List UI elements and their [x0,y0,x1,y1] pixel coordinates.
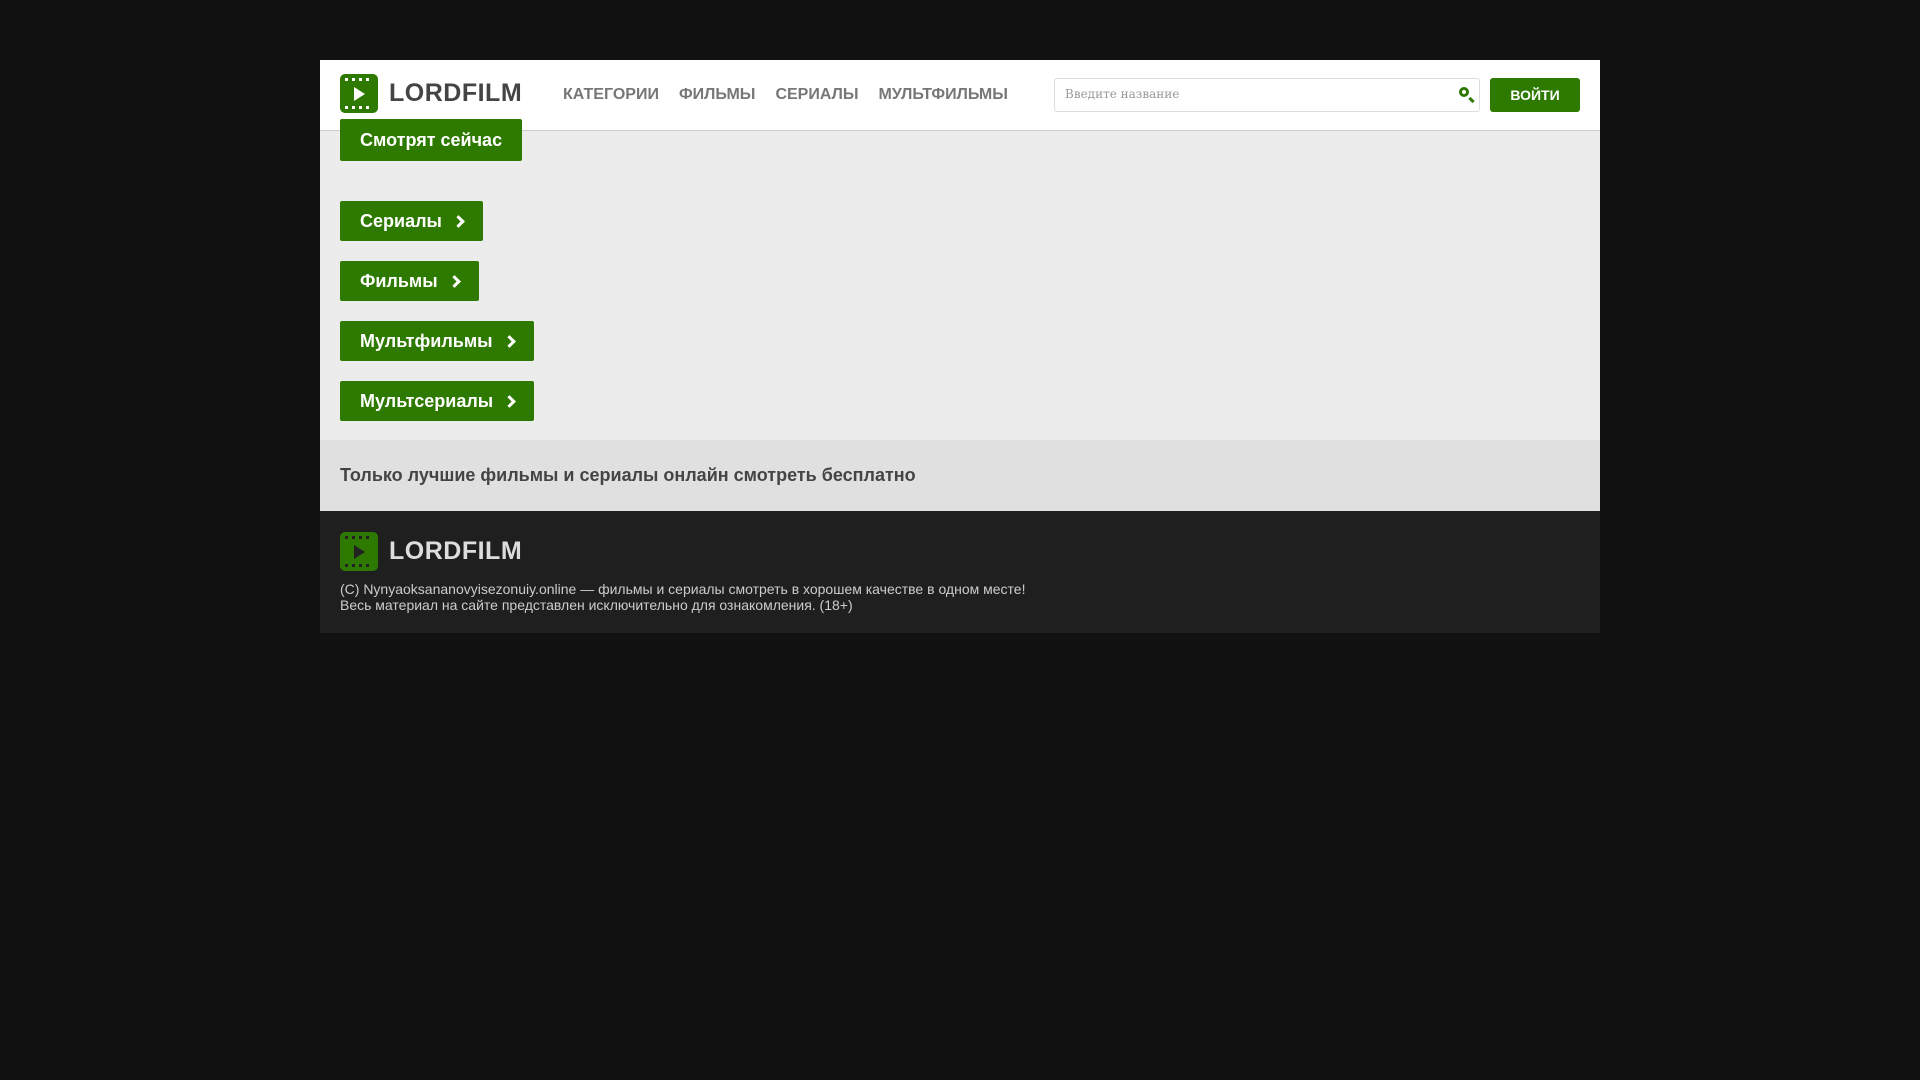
logo-link[interactable]: LORDFILM [340,74,522,113]
main-nav: КАТЕГОРИИ ФИЛЬМЫ СЕРИАЛЫ МУЛЬТФИЛЬМЫ [563,86,1008,104]
footer-disclaimer: Весь материал на сайте представлен исклю… [340,597,853,613]
search-box [1054,78,1480,112]
page-container: LORDFILM КАТЕГОРИИ ФИЛЬМЫ СЕРИАЛЫ МУЛЬТФ… [320,60,1600,633]
chevron-right-icon [447,274,461,288]
category-series-button[interactable]: Сериалы [340,201,483,241]
logo-text: LORDFILM [389,79,523,107]
search-icon[interactable] [1459,87,1469,97]
nav-series[interactable]: СЕРИАЛЫ [775,86,858,104]
chevron-right-icon [503,394,517,408]
footer: LORDFILM (C) Nynyaoksananovyisezonuiy.on… [320,511,1600,633]
watching-now-button[interactable]: Смотрят сейчас [340,119,523,161]
category-cartoon-series-button[interactable]: Мультсериалы [340,381,535,421]
nav-films[interactable]: ФИЛЬМЫ [679,86,755,104]
film-play-icon [340,532,378,571]
category-label: Сериалы [360,210,442,231]
category-label: Мультсериалы [360,390,494,411]
search-input[interactable] [1055,79,1455,109]
nav-categories[interactable]: КАТЕГОРИИ [563,86,659,104]
film-play-icon [340,74,378,113]
chevron-right-icon [452,214,465,228]
watching-now-label: Смотрят сейчас [360,129,503,150]
footer-logo-link[interactable]: LORDFILM [340,532,522,571]
main-content: Смотрят сейчас Сериалы Фильмы Мультфильм… [320,119,1600,440]
tagline: Только лучшие фильмы и сериалы онлайн см… [320,440,1600,511]
chevron-right-icon [502,334,516,348]
category-label: Фильмы [360,270,438,291]
category-label: Мультфильмы [360,330,493,351]
footer-text: (C) Nynyaoksananovyisezonuiy.online — фи… [340,581,1025,613]
category-films-button[interactable]: Фильмы [340,261,479,301]
nav-cartoons[interactable]: МУЛЬТФИЛЬМЫ [878,86,1007,104]
category-cartoons-button[interactable]: Мультфильмы [340,321,534,361]
login-button[interactable]: ВОЙТИ [1490,78,1580,112]
footer-copyright: (C) Nynyaoksananovyisezonuiy.online — фи… [340,581,1026,597]
footer-logo-text: LORDFILM [389,537,523,565]
